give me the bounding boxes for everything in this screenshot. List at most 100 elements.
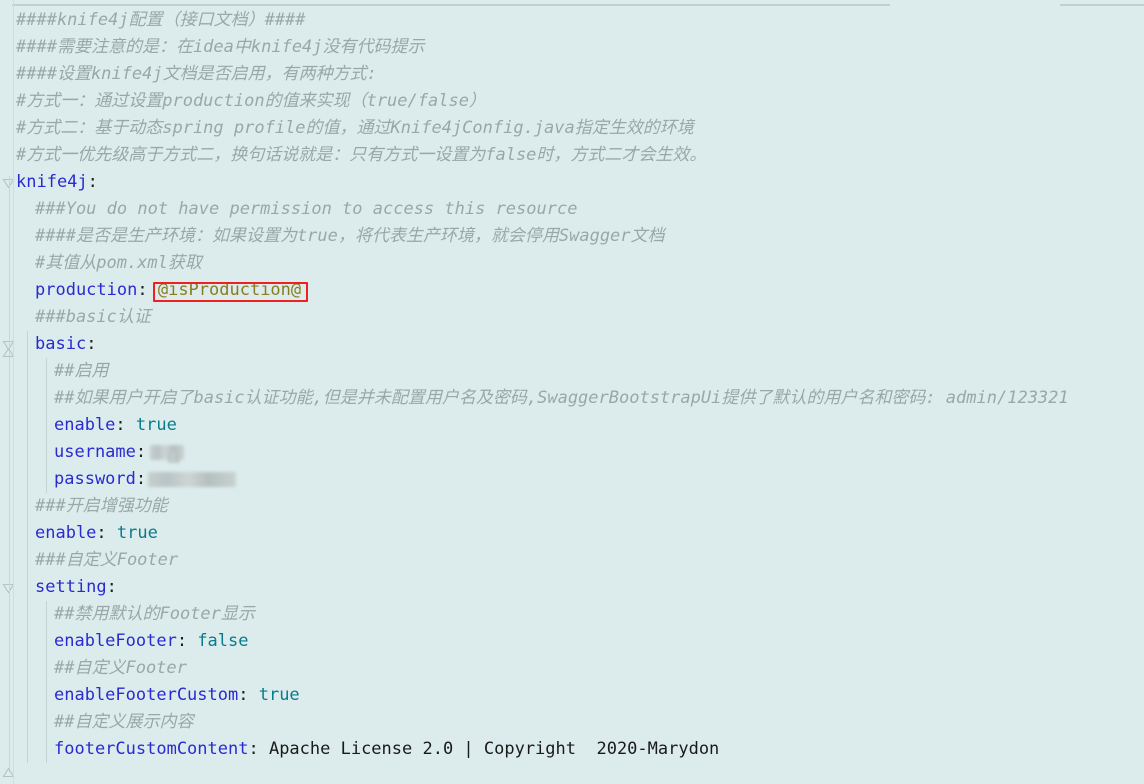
- code-line-text: setting:: [16, 577, 117, 597]
- indent-guide: [27, 655, 28, 682]
- indent-guide: [27, 682, 28, 709]
- code-content[interactable]: ####knife4j配置（接口文档）#### ####需要注意的是：在idea中…: [14, 0, 1144, 784]
- code-line[interactable]: enable: true: [14, 520, 1144, 547]
- token-cmt: ##如果用户开启了basic认证功能,但是并未配置用户名及密码,SwaggerB…: [54, 388, 1069, 408]
- code-line-text: username:: [16, 442, 185, 463]
- code-line[interactable]: enableFooter: false: [14, 628, 1144, 655]
- code-line-text: enable: true: [16, 523, 158, 543]
- token-cmt: ####需要注意的是：在idea中knife4j没有代码提示: [16, 37, 425, 57]
- code-line-text: enableFooter: false: [16, 631, 249, 651]
- fold-region-rail: [9, 352, 10, 472]
- token-punct: :: [238, 685, 259, 705]
- code-line-text: ###开启增强功能: [16, 496, 168, 516]
- fold-region-rail: [9, 612, 10, 772]
- token-cmt: ##启用: [54, 361, 109, 381]
- code-line[interactable]: enableFooterCustom: true: [14, 682, 1144, 709]
- token-cmt: ####knife4j配置（接口文档）####: [16, 10, 306, 30]
- token-punct: :: [96, 523, 117, 543]
- code-line[interactable]: ##自定义Footer: [14, 655, 1144, 682]
- code-line[interactable]: #其值从pom.xml获取: [14, 250, 1144, 277]
- indent-guide: [46, 358, 47, 385]
- token-cmt: ####是否是生产环境：如果设置为true，将代表生产环境，就会停用Swagge…: [35, 226, 665, 246]
- token-punct: :: [248, 739, 269, 759]
- token-punct: :: [137, 280, 158, 300]
- code-line[interactable]: ####是否是生产环境：如果设置为true，将代表生产环境，就会停用Swagge…: [14, 223, 1144, 250]
- indent-guide: [27, 466, 28, 493]
- indent-guide: [27, 358, 28, 385]
- token-cmt: ###开启增强功能: [35, 496, 168, 516]
- token-key: password: [54, 469, 136, 489]
- token-key: footerCustomContent: [54, 739, 249, 759]
- code-line-text: ##启用: [16, 361, 108, 381]
- token-key: production: [35, 280, 138, 300]
- fold-region-rail: [9, 176, 10, 352]
- indent-guide: [46, 709, 47, 736]
- code-line[interactable]: footerCustomContent: Apache License 2.0 …: [14, 736, 1144, 763]
- redacted-password-value: [148, 471, 237, 487]
- indent-guide: [27, 709, 28, 736]
- token-key: enable: [35, 523, 97, 543]
- code-line[interactable]: enable: true: [14, 412, 1144, 439]
- code-line-text: enable: true: [16, 415, 177, 435]
- code-line[interactable]: production: @isProduction@: [14, 277, 1144, 304]
- indent-guide: [46, 385, 47, 412]
- code-line[interactable]: #方式一优先级高于方式二，换句话说就是：只有方式一设置为false时，方式二才会…: [14, 142, 1144, 169]
- indent-guide: [27, 601, 28, 628]
- token-cmt: ###You do not have permission to access …: [35, 199, 578, 219]
- fold-region-rail: [9, 472, 10, 612]
- indent-guide: [27, 439, 28, 466]
- code-line[interactable]: ##禁用默认的Footer显示: [14, 601, 1144, 628]
- code-line[interactable]: ####knife4j配置（接口文档）####: [14, 7, 1144, 34]
- code-line-text: knife4j:: [16, 172, 98, 192]
- code-line[interactable]: ##启用: [14, 358, 1144, 385]
- code-line[interactable]: ##自定义展示内容: [14, 709, 1144, 736]
- token-punct: :: [87, 172, 98, 192]
- code-line[interactable]: setting:: [14, 574, 1144, 601]
- indent-guide: [27, 736, 28, 763]
- token-key: basic: [35, 334, 87, 354]
- indent-guide: [46, 439, 47, 466]
- yaml-editor[interactable]: ####knife4j配置（接口文档）#### ####需要注意的是：在idea中…: [0, 0, 1144, 784]
- token-punct: :: [106, 577, 117, 597]
- token-key: enableFooterCustom: [54, 685, 239, 705]
- code-line[interactable]: username:: [14, 439, 1144, 466]
- indent-guide: [27, 385, 28, 412]
- indent-guide: [27, 628, 28, 655]
- token-bool: true: [116, 523, 158, 543]
- token-punct: :: [176, 631, 198, 651]
- indent-guide: [27, 331, 28, 358]
- indent-guide: [46, 682, 47, 709]
- indent-guide: [27, 547, 28, 574]
- code-line[interactable]: #方式二：基于动态spring profile的值，通过Knife4jConfi…: [14, 115, 1144, 142]
- code-line[interactable]: ###自定义Footer: [14, 547, 1144, 574]
- code-line[interactable]: ####设置knife4j文档是否启用，有两种方式:: [14, 61, 1144, 88]
- code-line[interactable]: ##如果用户开启了basic认证功能,但是并未配置用户名及密码,SwaggerB…: [14, 385, 1144, 412]
- code-line[interactable]: ###You do not have permission to access …: [14, 196, 1144, 223]
- code-line-text: ##自定义Footer: [16, 658, 187, 678]
- code-line[interactable]: #方式一：通过设置production的值来实现（true/false）: [14, 88, 1144, 115]
- token-key: enable: [54, 415, 116, 435]
- token-key: knife4j: [16, 172, 88, 192]
- code-line-text: ###自定义Footer: [16, 550, 178, 570]
- code-line[interactable]: knife4j:: [14, 169, 1144, 196]
- code-line-text: ##如果用户开启了basic认证功能,但是并未配置用户名及密码,SwaggerB…: [16, 388, 1069, 408]
- token-punct: :: [135, 442, 147, 462]
- editor-gutter[interactable]: [0, 0, 15, 784]
- indent-guide: [27, 412, 28, 439]
- indent-guide: [46, 466, 47, 493]
- token-key: username: [54, 442, 136, 462]
- token-cmt: ##禁用默认的Footer显示: [54, 604, 255, 624]
- token-txt: Apache License 2.0 | Copyright 2020-Mary…: [268, 739, 720, 759]
- code-line[interactable]: ###开启增强功能: [14, 493, 1144, 520]
- code-line[interactable]: ###basic认证: [14, 304, 1144, 331]
- code-line[interactable]: basic:: [14, 331, 1144, 358]
- code-line-text: #方式二：基于动态spring profile的值，通过Knife4jConfi…: [16, 118, 694, 138]
- code-line[interactable]: password:: [14, 466, 1144, 493]
- token-key: enableFooter: [54, 631, 177, 651]
- token-cmt: ###自定义Footer: [35, 550, 179, 570]
- code-line-text: password:: [16, 469, 237, 489]
- code-line[interactable]: ####需要注意的是：在idea中knife4j没有代码提示: [14, 34, 1144, 61]
- token-cmt: ###basic认证: [35, 307, 151, 327]
- token-bool: true: [258, 685, 300, 705]
- token-bool: true: [135, 415, 177, 435]
